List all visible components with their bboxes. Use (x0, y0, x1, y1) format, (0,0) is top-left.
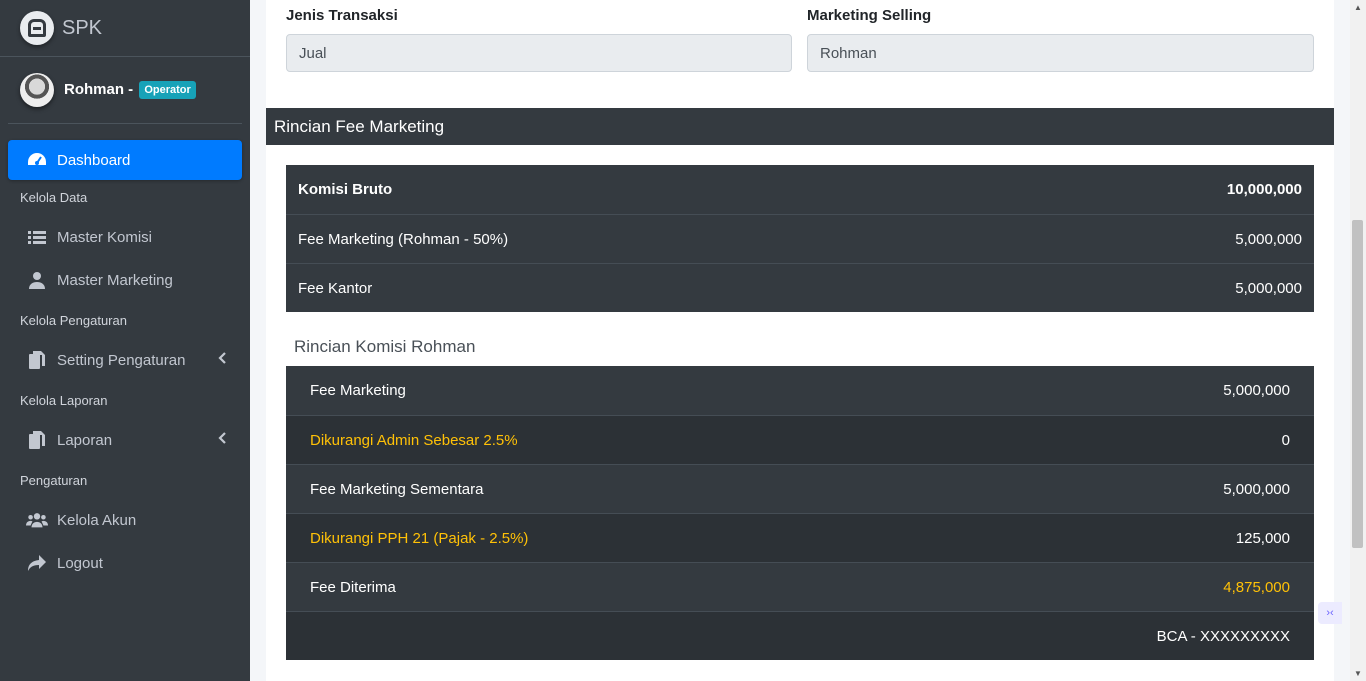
copy-icon (26, 350, 48, 370)
sidebar-item-dashboard[interactable]: Dashboard (8, 140, 242, 180)
komisi-table: Fee Marketing 5,000,000 Dikurangi Admin Se… (286, 366, 1314, 660)
sidebar-item-laporan[interactable]: Laporan (8, 420, 242, 460)
scroll-down-icon[interactable]: ▼ (1354, 669, 1362, 678)
marketing-selling-label: Marketing Selling (807, 7, 932, 24)
copy-icon (26, 430, 48, 450)
share-icon (26, 553, 48, 573)
row-value: 5,000,000 (1235, 279, 1302, 297)
sidebar-item-master-komisi[interactable]: Master Komisi (8, 217, 242, 257)
nav-header: Kelola Pengaturan (20, 313, 127, 328)
scroll-thumb[interactable] (1352, 220, 1363, 548)
row-label: Dikurangi Admin Sebesar 2.5% (310, 431, 518, 449)
sidebar-item-label: Master Komisi (57, 228, 153, 246)
nav-header: Kelola Data (20, 190, 88, 205)
row-label: Fee Marketing (310, 382, 406, 399)
sidebar-item-label: Master Marketing (57, 271, 173, 289)
sidebar-nav: Dashboard Kelola Data Master Komisi Master … (0, 124, 250, 583)
komisi-title: Rincian Komisi Rohman (294, 337, 476, 356)
sidebar-item-master-marketing[interactable]: Master Marketing (8, 260, 242, 300)
sidebar-item-setting-pengaturan[interactable]: Setting Pengaturan (8, 340, 242, 380)
sidebar-item-label: Laporan (57, 431, 113, 449)
row-label: Komisi Bruto (298, 181, 393, 198)
user-name[interactable]: Rohman - Operator (64, 81, 196, 99)
sidebar-item-label: Logout (57, 554, 103, 572)
main-content: Jenis Transaksi Jual Marketing Selling R… (250, 0, 1366, 681)
jenis-transaksi-label: Jenis Transaksi (286, 7, 398, 24)
table-row: Fee Diterima 4,875,000 (286, 562, 1314, 611)
users-icon (26, 510, 48, 530)
row-label: Fee Kantor (298, 279, 373, 297)
sidebar-item-logout[interactable]: Logout (8, 543, 242, 583)
brand-link[interactable]: SPK (0, 0, 250, 57)
nav-header: Pengaturan (20, 473, 88, 488)
row-value: 5,000,000 (1223, 480, 1290, 498)
scrollbar[interactable]: ▲ ▼ (1350, 0, 1366, 681)
row-value: 10,000,000 (1226, 181, 1302, 198)
user-panel: Rohman - Operator (8, 57, 242, 124)
scroll-up-icon[interactable]: ▲ (1354, 3, 1362, 12)
row-label: Dikurangi PPH 21 (Pajak - 2.5%) (310, 529, 529, 547)
row-value: 0 (1281, 431, 1290, 449)
table-row: Dikurangi Admin Sebesar 2.5% 0 (286, 415, 1314, 464)
user-icon (26, 270, 48, 290)
role-badge: Operator (139, 81, 196, 99)
section-title: Rincian Fee Marketing (266, 108, 1334, 145)
table-row: Dikurangi PPH 21 (Pajak - 2.5%) 125,000 (286, 513, 1314, 562)
row-label: Fee Diterima (310, 578, 396, 596)
table-row: BCA - XXXXXXXXX (286, 611, 1314, 660)
brand-logo-icon (20, 11, 54, 45)
row-value: BCA - XXXXXXXXX (1156, 627, 1290, 645)
user-name-text: Rohman - (64, 81, 134, 98)
brand-name: SPK (62, 16, 103, 39)
table-row: Fee Kantor 5,000,000 (286, 263, 1314, 312)
row-label: Fee Marketing Sementara (310, 480, 484, 498)
sidebar-item-label: Setting Pengaturan (57, 351, 186, 369)
chevron-left-icon[interactable] (218, 432, 226, 447)
table-row: Fee Marketing Sementara 5,000,000 (286, 464, 1314, 513)
avatar (20, 73, 54, 107)
fee-table: Komisi Bruto 10,000,000 Fee Marketing (Roh… (286, 165, 1314, 312)
detail-card: Jenis Transaksi Jual Marketing Selling R… (266, 0, 1334, 681)
table-row: Fee Marketing 5,000,000 (286, 366, 1314, 415)
sidebar-item-label: Kelola Akun (57, 511, 137, 529)
sidebar: SPK Rohman - Operator Dashboard Kelola Da… (0, 0, 250, 681)
marketing-selling-field[interactable]: Rohman (807, 34, 1314, 72)
jenis-transaksi-field[interactable]: Jual (286, 34, 792, 72)
float-toggle-button[interactable]: ›‹ (1318, 602, 1342, 624)
nav-header: Kelola Laporan (20, 393, 108, 408)
table-row: Komisi Bruto 10,000,000 (286, 165, 1314, 214)
table-row: Fee Marketing (Rohman - 50%) 5,000,000 (286, 214, 1314, 263)
row-value: 4,875,000 (1223, 578, 1290, 596)
chevron-left-icon[interactable] (218, 352, 226, 367)
row-label: Fee Marketing (Rohman - 50%) (298, 230, 509, 248)
sidebar-item-kelola-akun[interactable]: Kelola Akun (8, 500, 242, 540)
list-icon (26, 227, 48, 247)
row-value: 125,000 (1235, 529, 1290, 547)
row-value: 5,000,000 (1235, 230, 1302, 248)
sidebar-item-label: Dashboard (57, 151, 131, 169)
dashboard-icon (26, 150, 48, 170)
row-value: 5,000,000 (1223, 382, 1290, 399)
